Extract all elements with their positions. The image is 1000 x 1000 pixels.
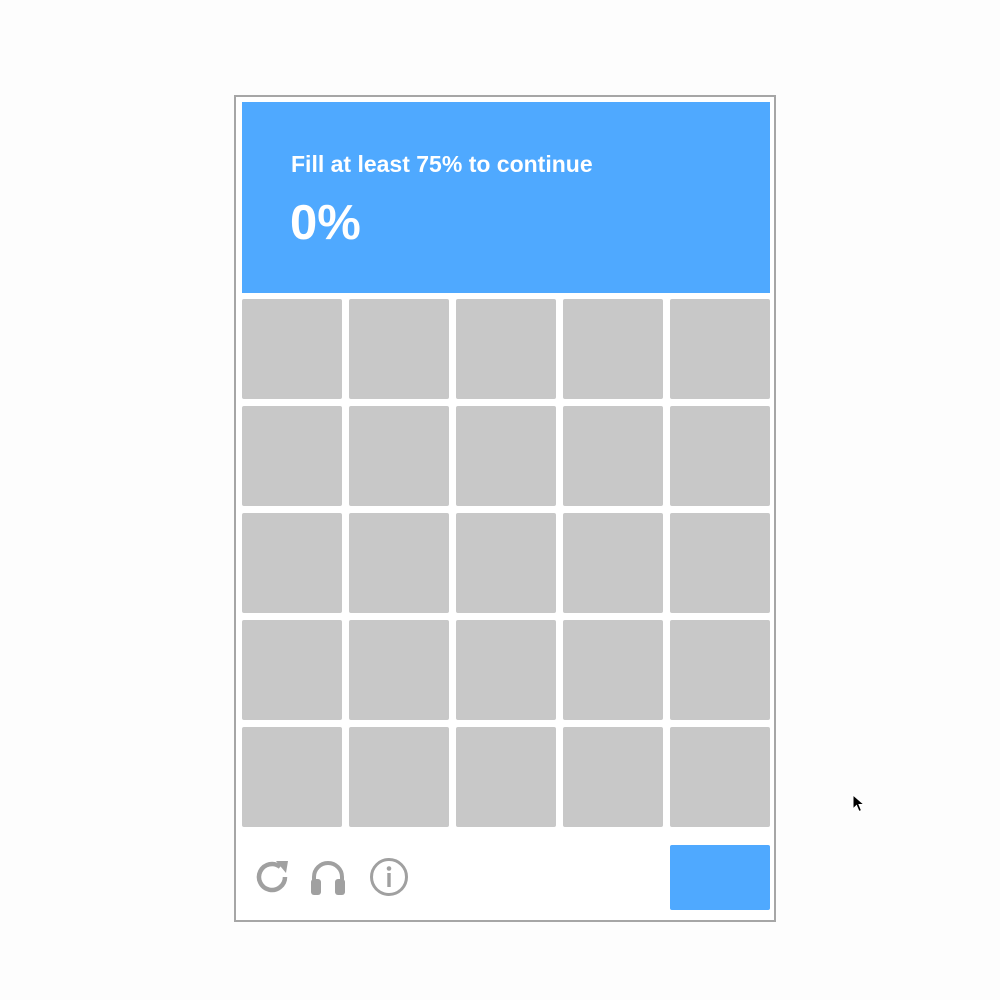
grid-tile[interactable] (242, 620, 342, 720)
grid-tile[interactable] (242, 513, 342, 613)
info-icon (369, 857, 409, 897)
captcha-widget: Fill at least 75% to continue 0% (234, 95, 776, 922)
grid-tile[interactable] (670, 727, 770, 827)
grid-tile[interactable] (349, 620, 449, 720)
submit-button[interactable] (670, 845, 770, 910)
grid-tile[interactable] (456, 406, 556, 506)
grid-tile[interactable] (670, 406, 770, 506)
grid-tile[interactable] (349, 406, 449, 506)
grid-tile[interactable] (349, 727, 449, 827)
reload-icon (252, 857, 292, 897)
grid-tile[interactable] (670, 620, 770, 720)
grid-tile[interactable] (563, 727, 663, 827)
captcha-header: Fill at least 75% to continue 0% (242, 102, 770, 293)
grid-tile[interactable] (242, 299, 342, 399)
grid-tile[interactable] (563, 620, 663, 720)
grid-tile[interactable] (349, 299, 449, 399)
grid-tile[interactable] (670, 513, 770, 613)
mouse-cursor-icon (852, 793, 866, 814)
grid-tile[interactable] (456, 727, 556, 827)
grid-tile[interactable] (563, 513, 663, 613)
grid-tile[interactable] (242, 406, 342, 506)
progress-percent: 0% (290, 196, 361, 250)
grid-tile[interactable] (563, 406, 663, 506)
grid-tile[interactable] (242, 727, 342, 827)
instruction-text: Fill at least 75% to continue (291, 151, 593, 177)
audio-challenge-button[interactable] (308, 857, 348, 897)
page: Fill at least 75% to continue 0% (0, 0, 1000, 1000)
grid-tile[interactable] (670, 299, 770, 399)
grid-tile[interactable] (456, 620, 556, 720)
info-button[interactable] (369, 857, 409, 897)
grid-tile[interactable] (456, 513, 556, 613)
reload-button[interactable] (252, 857, 292, 897)
grid-tile[interactable] (456, 299, 556, 399)
grid-tile[interactable] (349, 513, 449, 613)
tile-grid (242, 299, 770, 827)
headphones-icon (308, 857, 348, 897)
grid-tile[interactable] (563, 299, 663, 399)
